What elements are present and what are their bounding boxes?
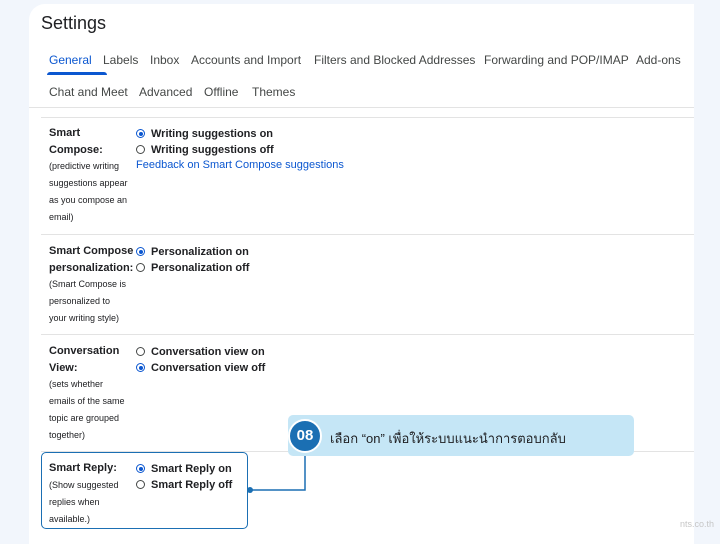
radio-unselected-icon [136, 347, 145, 356]
option-label: Writing suggestions off [151, 144, 274, 156]
page-title: Settings [41, 13, 107, 33]
personalization-title: Smart Compose [49, 245, 134, 257]
conversation-view-title-line2: View: [49, 361, 78, 374]
tab-chat-and-meet[interactable]: Chat and Meet [49, 85, 128, 99]
option-label: Writing suggestions on [151, 128, 274, 140]
personalization-on-radio[interactable]: Personalization on [136, 244, 249, 260]
smart-compose-label: Smart Compose: (predictive writing sugge… [49, 125, 141, 226]
tab-accounts-and-import[interactable]: Accounts and Import [191, 53, 301, 67]
tab-labels[interactable]: Labels [103, 53, 138, 67]
personalization-desc-3: your writing style) [49, 313, 120, 323]
radio-unselected-icon [136, 145, 145, 154]
personalization-label: Smart Compose personalization: (Smart Co… [49, 243, 141, 327]
callout-text: เลือก “on” เพื่อให้ระบบแนะนำการตอบกลับ [330, 431, 566, 446]
tab-offline[interactable]: Offline [204, 85, 238, 99]
step-badge: 08 [288, 419, 322, 453]
writing-suggestions-on-radio[interactable]: Writing suggestions on [136, 126, 273, 142]
writing-suggestions-off-radio[interactable]: Writing suggestions off [136, 142, 274, 158]
tabs-divider [29, 107, 694, 108]
tab-themes[interactable]: Themes [252, 85, 295, 99]
option-label: Conversation view off [151, 362, 266, 374]
personalization-off-radio[interactable]: Personalization off [136, 260, 249, 276]
smart-compose-desc-2: suggestions appear [49, 178, 128, 188]
row-divider [41, 234, 694, 235]
personalization-desc-1: (Smart Compose is [49, 279, 127, 289]
personalization-title-line2: personalization: [49, 261, 134, 274]
smart-compose-desc-3: as you compose an [49, 195, 128, 205]
tab-general[interactable]: General [49, 53, 92, 67]
tab-inbox[interactable]: Inbox [150, 53, 179, 67]
tab-add-ons[interactable]: Add-ons [636, 53, 681, 67]
smart-compose-desc-4: email) [49, 212, 74, 222]
active-tab-indicator [47, 72, 107, 75]
radio-unselected-icon [136, 263, 145, 272]
conversation-view-label: Conversation View: (sets whether emails … [49, 343, 141, 444]
conversation-view-title: Conversation [49, 345, 120, 357]
smart-compose-title: Smart [49, 127, 81, 139]
radio-selected-icon [136, 363, 145, 372]
conversation-view-off-radio[interactable]: Conversation view off [136, 360, 265, 376]
tab-advanced[interactable]: Advanced [139, 85, 192, 99]
tab-filters-and-blocked-addresses[interactable]: Filters and Blocked Addresses [314, 53, 475, 67]
row-divider [41, 117, 694, 118]
smart-reply-highlight-box [41, 452, 248, 529]
radio-selected-icon [136, 129, 145, 138]
conversation-view-on-radio[interactable]: Conversation view on [136, 344, 265, 360]
row-divider [41, 334, 694, 335]
conversation-view-desc-1: (sets whether [49, 379, 104, 389]
personalization-desc-2: personalized to [49, 296, 111, 306]
watermark: nts.co.th [679, 519, 714, 529]
smart-compose-feedback-link[interactable]: Feedback on Smart Compose suggestions [136, 159, 344, 171]
conversation-view-desc-4: together) [49, 430, 86, 440]
option-label: Personalization on [151, 246, 249, 258]
smart-compose-desc-1: (predictive writing [49, 161, 120, 171]
settings-panel: Settings General Labels Inbox Accounts a… [29, 4, 694, 544]
conversation-view-desc-3: topic are grouped [49, 413, 120, 423]
smart-compose-title-line2: Compose: [49, 143, 103, 156]
option-label: Personalization off [151, 262, 250, 274]
option-label: Conversation view on [151, 346, 265, 358]
tab-forwarding-and-pop-imap[interactable]: Forwarding and POP/IMAP [484, 53, 629, 67]
conversation-view-desc-2: emails of the same [49, 396, 125, 406]
radio-selected-icon [136, 247, 145, 256]
